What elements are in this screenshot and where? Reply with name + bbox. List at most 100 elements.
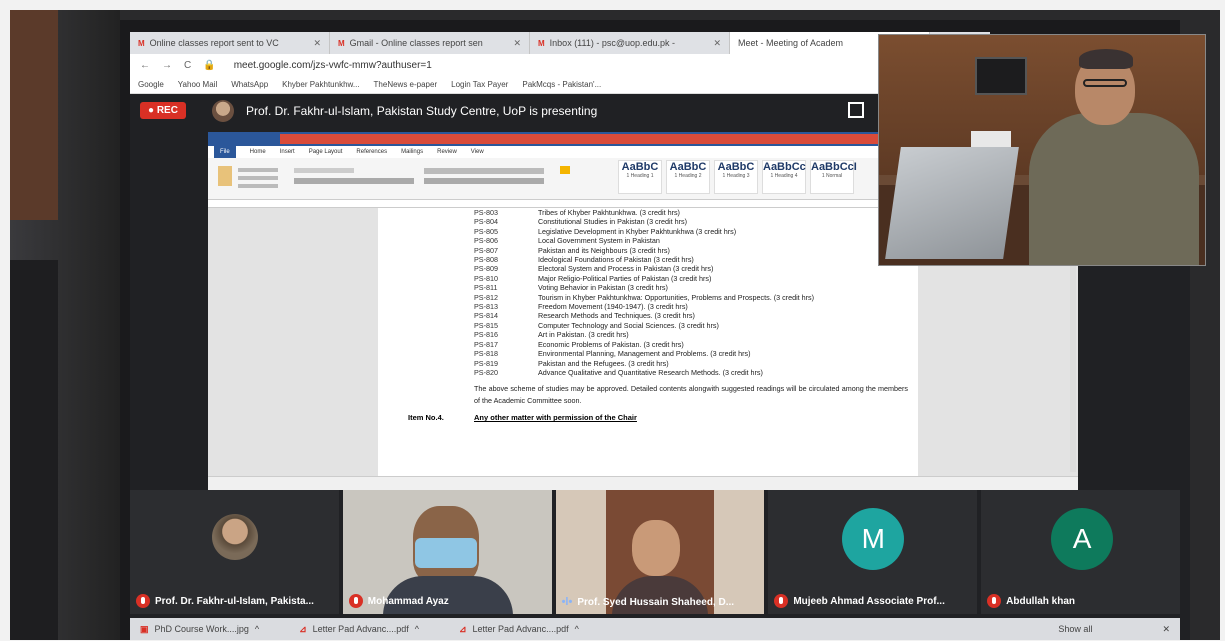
close-icon[interactable]: ✕ xyxy=(1162,624,1170,635)
presenter-hair xyxy=(1079,49,1133,69)
room-wall xyxy=(10,10,120,640)
participant-tile[interactable]: A Abdullah khan xyxy=(981,490,1180,614)
style-option[interactable]: AaBbCc 1 Heading 4 xyxy=(762,160,806,194)
chevron-up-icon[interactable]: ^ xyxy=(415,624,419,634)
download-item[interactable]: ⊿ Letter Pad Advanc....pdf ^ xyxy=(459,624,579,635)
chevron-up-icon[interactable]: ^ xyxy=(255,624,259,634)
ribbon-tab[interactable]: Home xyxy=(250,149,266,155)
ribbon-tab-file[interactable]: File xyxy=(214,146,236,158)
reload-icon[interactable]: C xyxy=(184,60,191,71)
participant-name: Mohammad Ayaz xyxy=(348,594,449,608)
participant-tile[interactable]: Mohammad Ayaz xyxy=(342,490,552,614)
participant-name: Prof. Dr. Fakhr-ul-Islam, Pakista... xyxy=(136,594,314,608)
ribbon-tab[interactable]: References xyxy=(356,149,387,155)
browser-tab[interactable]: M Inbox (111) - psc@uop.edu.pk - ✕ xyxy=(530,32,730,54)
dark-panel xyxy=(10,260,58,640)
gmail-icon: M xyxy=(138,38,145,48)
browser-tab[interactable]: M Online classes report sent to VC ✕ xyxy=(130,32,330,54)
ribbon-tab[interactable]: Review xyxy=(437,149,457,155)
face-mask xyxy=(414,538,477,568)
presenting-banner: Prof. Dr. Fakhr-ul-Islam, Pakistan Study… xyxy=(246,104,598,118)
word-status-bar xyxy=(208,476,1078,490)
back-icon[interactable]: ← xyxy=(140,60,150,71)
bookmark-item[interactable]: WhatsApp xyxy=(231,80,268,89)
style-option[interactable]: AaBbC 1 Heading 3 xyxy=(714,160,758,194)
inset-photo xyxy=(878,34,1206,266)
participant-tile[interactable]: Prof. Dr. Fakhr-ul-Islam, Pakista... xyxy=(130,490,339,614)
office-monitor xyxy=(975,57,1027,95)
participant-name: •l• Prof. Syed Hussain Shaheed, D... xyxy=(561,596,735,608)
recording-badge: ● REC xyxy=(140,102,186,119)
mic-off-icon xyxy=(987,594,1002,608)
image-file-icon: ▣ xyxy=(140,623,149,634)
agenda-item: Item No.4. Any other matter with permissi… xyxy=(408,413,637,423)
participant-tile[interactable]: •l• Prof. Syed Hussain Shaheed, D... xyxy=(555,490,765,614)
bookmark-item[interactable]: Google xyxy=(138,80,164,89)
ribbon-toolbar-icons xyxy=(218,166,570,188)
participant-video xyxy=(631,520,680,576)
course-row: PS-815 Computer Technology and Social Sci… xyxy=(474,320,719,330)
course-row: PS-818 Environmental Planning, Management… xyxy=(474,349,751,359)
course-row: PS-807 Pakistan and its Neighbours (3 cre… xyxy=(474,245,670,255)
address-bar[interactable]: ← → C 🔒 meet.google.com/jzs-vwfc-mmw?aut… xyxy=(130,54,990,76)
download-item[interactable]: ▣ PhD Course Work....jpg ^ xyxy=(140,624,259,635)
url-text[interactable]: meet.google.com/jzs-vwfc-mmw?authuser=1 xyxy=(234,60,432,71)
course-row: PS-810 Major Religio-Political Parties of… xyxy=(474,273,712,283)
document-page[interactable]: PS-803 Tribes of Khyber Pakhtunkhwa. (3 c… xyxy=(378,208,918,476)
close-tab-icon[interactable]: ✕ xyxy=(313,38,321,49)
bookmark-item[interactable]: PakMcqs - Pakistan'... xyxy=(522,80,601,89)
style-option[interactable]: AaBbCcI 1 Normal xyxy=(810,160,857,194)
participant-tile[interactable]: M Mujeeb Ahmad Associate Prof... xyxy=(768,490,978,614)
chevron-up-icon[interactable]: ^ xyxy=(575,624,579,634)
bookmarks-bar: Google Yahoo Mail WhatsApp Khyber Pakhtu… xyxy=(130,76,990,94)
speaking-icon: •l• xyxy=(561,596,573,608)
course-row: PS-808 Ideological Foundations of Pakista… xyxy=(474,255,694,265)
course-row: PS-809 Electoral System and Process in Pa… xyxy=(474,264,714,274)
bookmark-item[interactable]: Yahoo Mail xyxy=(178,80,217,89)
course-row: PS-819 Pakistan and the Refugees. (3 cred… xyxy=(474,358,669,368)
laptop xyxy=(885,147,1019,259)
ribbon-groups xyxy=(214,162,614,198)
scheme-paragraph: The above scheme of studies may be appro… xyxy=(474,384,908,406)
bookmark-item[interactable]: Khyber Pakhtunkhw... xyxy=(282,80,359,89)
close-tab-icon[interactable]: ✕ xyxy=(713,38,721,49)
presenter-glasses xyxy=(1083,79,1127,87)
course-row: PS-804 Constitutional Studies in Pakistan… xyxy=(474,217,688,227)
lock-icon: 🔒 xyxy=(203,59,216,71)
presenter-avatar xyxy=(212,100,234,122)
style-option[interactable]: AaBbC 1 Heading 1 xyxy=(618,160,662,194)
mic-off-icon xyxy=(774,594,789,608)
course-row: PS-812 Tourism in Khyber Pakhtunkhwa: Opp… xyxy=(474,292,815,302)
course-row: PS-820 Advance Qualitative and Quantitati… xyxy=(474,367,763,377)
show-all-button[interactable]: Show all xyxy=(1058,624,1092,634)
bookmark-item[interactable]: Login Tax Payer xyxy=(451,80,508,89)
browser-tab-bar: M Online classes report sent to VC ✕ M Gmai… xyxy=(130,32,1190,640)
browser-tab[interactable]: M Gmail - Online classes report sen ✕ xyxy=(330,32,530,54)
download-item[interactable]: ⊿ Letter Pad Advanc....pdf ^ xyxy=(299,624,419,635)
course-row: PS-816 Art in Pakistan. (3 credit hrs) xyxy=(474,330,629,340)
presenter-body xyxy=(1029,113,1199,265)
pdf-file-icon: ⊿ xyxy=(458,623,467,634)
ribbon-tab[interactable]: View xyxy=(471,149,484,155)
participant-name: Mujeeb Ahmad Associate Prof... xyxy=(774,594,945,608)
ribbon-tab[interactable]: Insert xyxy=(280,149,295,155)
mic-off-icon xyxy=(348,594,363,608)
layout-icon[interactable] xyxy=(848,102,864,118)
participant-strip: Prof. Dr. Fakhr-ul-Islam, Pakista... Moh… xyxy=(130,490,1180,614)
ribbon-tab[interactable]: Mailings xyxy=(401,149,423,155)
course-row: PS-803 Tribes of Khyber Pakhtunkhwa. (3 c… xyxy=(474,208,680,217)
pdf-file-icon: ⊿ xyxy=(299,623,307,634)
bookmark-item[interactable]: TheNews e-paper xyxy=(374,80,438,89)
course-row: PS-805 Legislative Development in Khyber … xyxy=(474,226,737,236)
forward-icon[interactable]: → xyxy=(162,60,172,71)
participant-letter-avatar: M xyxy=(842,508,905,570)
downloads-bar: ▣ PhD Course Work....jpg ^ ⊿ Letter Pad Adv… xyxy=(130,618,1180,640)
participant-letter-avatar: A xyxy=(1051,508,1114,570)
ribbon-tab[interactable]: Page Layout xyxy=(309,149,343,155)
course-row: PS-813 Freedom Movement (1940-1947). (3 c… xyxy=(474,302,688,312)
course-row: PS-811 Voting Behavior in Pakistan (3 cre… xyxy=(474,283,668,293)
style-option[interactable]: AaBbC 1 Heading 2 xyxy=(666,160,710,194)
wooden-shelf xyxy=(10,10,58,220)
participant-avatar xyxy=(212,514,258,560)
close-tab-icon[interactable]: ✕ xyxy=(513,38,521,49)
